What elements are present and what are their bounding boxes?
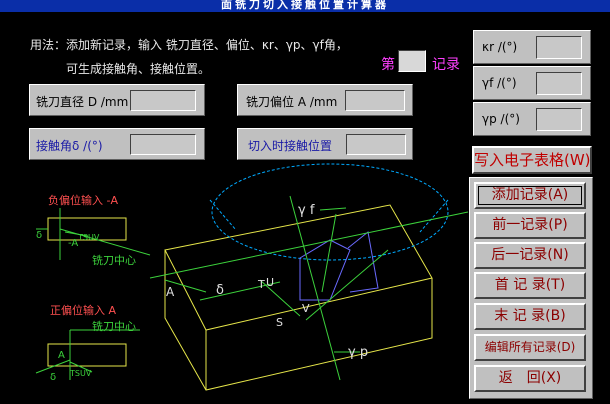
gf-label: γf /(°): [482, 76, 517, 90]
pos-offset-label: 正偏位输入 A: [50, 303, 116, 317]
kr-input[interactable]: [536, 36, 582, 59]
main-delta-label: δ: [216, 283, 224, 298]
main-a-label: A: [166, 285, 175, 299]
kr-label: κr /(°): [482, 40, 518, 54]
first-record-button[interactable]: 首 记 录(T): [474, 272, 586, 299]
gamma-p-label: γ p: [348, 345, 368, 360]
gp-input[interactable]: [536, 108, 582, 131]
point-s-label: S: [276, 316, 283, 329]
workpiece: [164, 204, 433, 391]
edit-all-records-button[interactable]: 编辑所有记录(D): [474, 334, 586, 361]
cutter-outline: [209, 163, 449, 261]
angle-lines: [149, 195, 469, 381]
add-record-button[interactable]: 添加记录(A): [474, 182, 586, 209]
gf-panel: γf /(°): [473, 66, 591, 100]
point-u-label: U: [266, 276, 274, 289]
point-t-label: T: [257, 278, 265, 291]
back-button[interactable]: 返 回(X): [474, 365, 586, 392]
neg-delta-label: δ: [36, 230, 42, 241]
prev-record-button[interactable]: 前一记录(P): [474, 212, 586, 239]
cutter-diagram: 负偏位输入 -A δ -A TSUV 铣刀中心 正偏位输入 A 铣刀中心 A δ…: [35, 163, 469, 391]
kr-panel: κr /(°): [473, 30, 591, 64]
gamma-f-label: γ f: [298, 203, 315, 218]
next-record-button[interactable]: 后一记录(N): [474, 242, 586, 269]
neg-offset-label: 负偏位输入 -A: [48, 193, 118, 207]
pos-tsuv-label: TSUV: [69, 369, 92, 378]
neg-cutter-center-label: 铣刀中心: [92, 253, 136, 267]
pos-delta-label: δ: [50, 372, 56, 383]
gp-label: γp /(°): [482, 112, 520, 126]
neg-a-label: -A: [68, 238, 78, 249]
write-excel-button[interactable]: 写入电子表格(W): [472, 146, 592, 174]
gf-input[interactable]: [536, 72, 582, 95]
gp-panel: γp /(°): [473, 102, 591, 136]
pos-a-label: A: [58, 350, 65, 361]
point-v-label: V: [302, 302, 310, 315]
pos-cutter-center-label: 铣刀中心: [92, 319, 136, 333]
last-record-button[interactable]: 末 记 录(B): [474, 303, 586, 330]
neg-tsuv-label: TSUV: [77, 233, 100, 242]
